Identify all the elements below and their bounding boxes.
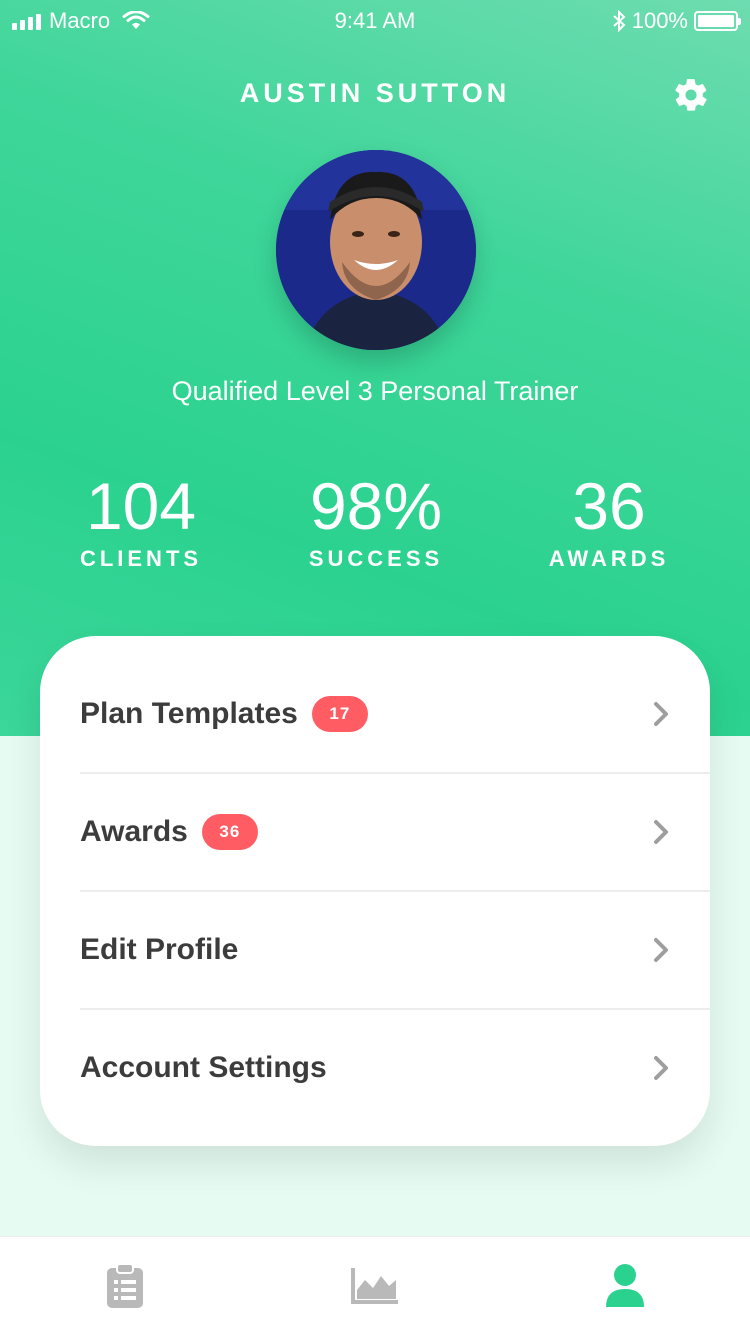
profile-subtitle: Qualified Level 3 Personal Trainer (171, 376, 579, 406)
menu-item-plan-templates[interactable]: Plan Templates 17 (80, 655, 710, 773)
menu-item-awards[interactable]: Awards 36 (80, 773, 710, 891)
status-bar: Macro 9:41 AM 100% (0, 0, 750, 42)
bluetooth-icon (613, 10, 626, 32)
chevron-right-icon (654, 1056, 668, 1080)
profile-icon (606, 1264, 644, 1307)
chevron-right-icon (654, 938, 668, 962)
chevron-right-icon (654, 820, 668, 844)
chart-icon (351, 1268, 398, 1304)
tab-clients[interactable] (0, 1237, 250, 1335)
stat-clients: 104 CLIENTS (16, 470, 266, 572)
count-badge: 36 (201, 814, 258, 850)
tab-bar (0, 1236, 750, 1335)
stat-value: 98% (309, 469, 443, 543)
menu-item-label: Awards (80, 815, 188, 848)
tab-profile[interactable] (500, 1237, 750, 1335)
avatar[interactable] (276, 150, 476, 350)
battery-percent: 100% (631, 8, 688, 33)
gear-icon[interactable] (672, 76, 710, 114)
status-right: 100% (612, 8, 741, 34)
stat-label: SUCCESS (308, 546, 444, 571)
stat-success: 98% SUCCESS (251, 470, 501, 572)
menu-card: Plan Templates 17 Awards 36 Edit Profile… (40, 636, 710, 1146)
menu-item-label: Plan Templates (80, 697, 298, 730)
stat-value: 104 (85, 469, 197, 543)
profile-name: AUSTIN SUTTON (239, 78, 511, 108)
stat-awards: 36 AWARDS (484, 470, 734, 572)
menu-item-label: Edit Profile (80, 933, 239, 966)
avatar-photo (276, 150, 476, 350)
menu-item-label: Account Settings (80, 1051, 327, 1084)
stat-value: 36 (572, 469, 646, 543)
profile-header-background (0, 0, 750, 736)
clipboard-icon (107, 1263, 143, 1308)
menu-item-account-settings[interactable]: Account Settings (80, 1009, 710, 1127)
stat-label: CLIENTS (79, 546, 203, 571)
count-badge: 17 (311, 696, 368, 732)
stat-label: AWARDS (548, 546, 670, 571)
menu-item-edit-profile[interactable]: Edit Profile (80, 891, 710, 1009)
battery-icon (694, 11, 741, 31)
tab-stats[interactable] (250, 1237, 500, 1335)
chevron-right-icon (654, 702, 668, 726)
